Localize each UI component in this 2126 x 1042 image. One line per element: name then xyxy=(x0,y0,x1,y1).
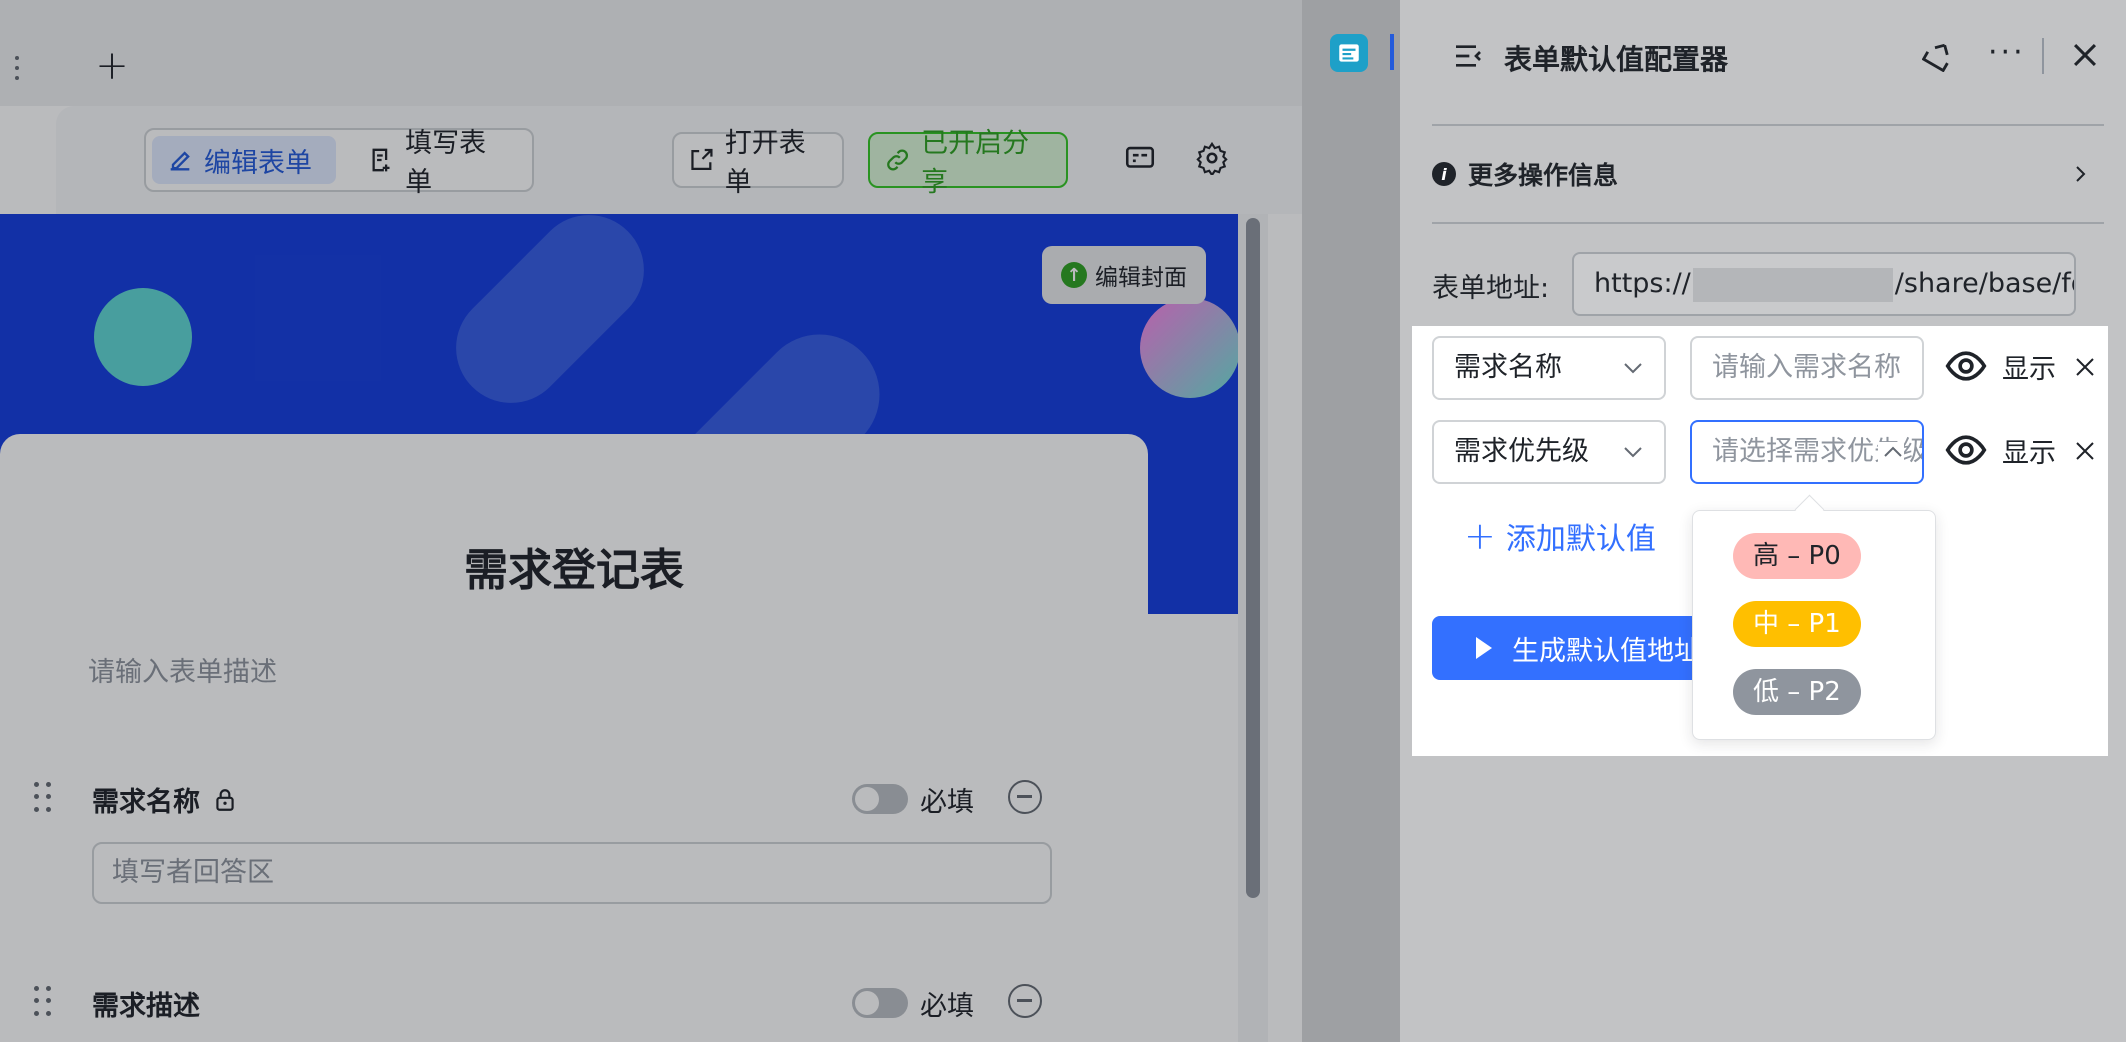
remove-row-icon[interactable] xyxy=(2074,440,2096,462)
edit-cover-button[interactable]: ↑ 编辑封面 xyxy=(1042,246,1206,304)
chevron-down-icon xyxy=(1624,447,1642,458)
field-select-value: 需求名称 xyxy=(1454,352,1562,383)
form-url-field[interactable]: https:// /share/base/for xyxy=(1572,252,2076,316)
divider xyxy=(1432,222,2104,224)
edit-form-tab[interactable]: 编辑表单 xyxy=(152,136,336,184)
form-doc-icon xyxy=(372,148,390,172)
editor-scrollbar-thumb[interactable] xyxy=(1246,218,1260,898)
required-toggle[interactable] xyxy=(852,988,908,1018)
share-status-button[interactable]: 已开启分享 xyxy=(868,128,1068,198)
eye-icon xyxy=(1945,351,1987,381)
field-label: 需求名称 xyxy=(92,787,200,818)
add-default-value-button[interactable]: + 添加默认值 xyxy=(1464,514,1656,558)
play-icon xyxy=(1476,637,1492,659)
tab-drag-handle-icon[interactable] xyxy=(14,56,20,80)
close-icon[interactable] xyxy=(2068,38,2102,72)
collapse-menu-icon[interactable] xyxy=(1452,40,1484,72)
field-select[interactable]: 需求优先级 xyxy=(1432,420,1666,484)
sidebar-strip xyxy=(1302,0,1400,1042)
visibility-label: 显示 xyxy=(2002,437,2056,469)
cover-decor-circle xyxy=(94,288,192,386)
fill-form-label: 填写表单 xyxy=(405,128,487,198)
lock-icon xyxy=(216,788,234,811)
field-select[interactable]: 需求名称 xyxy=(1432,336,1666,400)
settings-gear-icon[interactable] xyxy=(1192,138,1232,178)
remove-field-icon[interactable] xyxy=(1008,780,1042,814)
generate-label: 生成默认值地址 xyxy=(1512,635,1701,667)
form-card xyxy=(0,434,1148,1042)
default-value-input[interactable]: 请输入需求名称 xyxy=(1690,336,1924,400)
link-icon xyxy=(887,149,908,171)
field-label: 需求描述 xyxy=(92,991,200,1022)
form-field-row: 需求描述 必填 xyxy=(0,978,1148,1026)
divider xyxy=(1432,124,2104,126)
info-icon: i xyxy=(1432,162,1456,186)
panel-title: 表单默认值配置器 xyxy=(1504,43,1729,76)
chevron-down-icon xyxy=(1624,363,1642,374)
add-default-label: 添加默认值 xyxy=(1505,522,1656,557)
open-form-label: 打开表单 xyxy=(724,128,806,198)
form-field-row: 需求名称 必填 xyxy=(0,774,1148,822)
priority-option[interactable]: 中 – P1 xyxy=(1733,601,1861,647)
drag-handle-icon[interactable] xyxy=(34,782,51,812)
header-divider xyxy=(2042,38,2044,74)
form-description-input[interactable]: 请输入表单描述 xyxy=(88,650,277,689)
form-editor: + 编辑表单 填写表单 打开表单 已开启分享 ↑ 编辑封面 需求登记表 请输入表… xyxy=(0,0,1302,1042)
field-select-value: 需求优先级 xyxy=(1454,436,1589,467)
required-label: 必填 xyxy=(920,991,974,1022)
priority-select[interactable]: 请选择需求优先级 xyxy=(1690,420,1924,484)
form-preview-icon[interactable] xyxy=(1120,138,1160,178)
form-title[interactable]: 需求登记表 xyxy=(0,534,1148,598)
fill-form-tab[interactable]: 填写表单 xyxy=(354,128,524,198)
remove-row-icon[interactable] xyxy=(2074,356,2096,378)
remove-field-icon[interactable] xyxy=(1008,984,1042,1018)
edit-form-label: 编辑表单 xyxy=(204,147,312,179)
priority-option[interactable]: 高 – P0 xyxy=(1733,533,1861,579)
url-prefix: https:// xyxy=(1594,268,1691,299)
edit-cover-label: 编辑封面 xyxy=(1095,265,1187,291)
visibility-label: 显示 xyxy=(2002,353,2056,385)
required-toggle[interactable] xyxy=(852,784,908,814)
more-options-icon[interactable]: ··· xyxy=(1988,38,2026,68)
panel-header: 表单默认值配置器 ··· xyxy=(1400,0,2126,112)
redacted-region xyxy=(1692,267,1893,302)
answer-input[interactable]: 填写者回答区 xyxy=(92,842,1052,904)
url-label: 表单地址: xyxy=(1432,273,1550,304)
url-suffix: /share/base/for xyxy=(1894,268,2074,299)
external-link-icon xyxy=(691,148,713,171)
priority-option[interactable]: 低 – P2 xyxy=(1733,669,1861,715)
required-label: 必填 xyxy=(920,787,974,818)
visibility-toggle[interactable]: 显示 xyxy=(1944,344,2056,388)
more-info-label: 更多操作信息 xyxy=(1468,161,1619,190)
eye-icon xyxy=(1945,435,1987,465)
active-indicator xyxy=(1390,34,1394,70)
plus-icon: + xyxy=(1464,514,1496,558)
chevron-up-icon xyxy=(1878,442,1904,462)
pencil-icon xyxy=(170,151,190,171)
plugin-app-icon[interactable] xyxy=(1330,34,1368,72)
priority-dropdown: 高 – P0 中 – P1 低 – P2 xyxy=(1692,510,1936,740)
visibility-toggle[interactable]: 显示 xyxy=(1944,428,2056,472)
open-form-button[interactable]: 打开表单 xyxy=(672,128,844,198)
share-icon[interactable] xyxy=(1922,38,1956,72)
cover-decor-circle xyxy=(1140,298,1238,398)
chevron-right-icon xyxy=(2076,166,2086,182)
tab-strip: + xyxy=(0,0,1302,106)
add-tab-button[interactable]: + xyxy=(92,46,132,86)
share-status-label: 已开启分享 xyxy=(921,128,1030,198)
mode-switcher: 编辑表单 填写表单 xyxy=(144,128,534,198)
more-info-row[interactable]: i 更多操作信息 xyxy=(1432,154,2104,194)
upload-arrow-icon: ↑ xyxy=(1061,262,1087,288)
drag-handle-icon[interactable] xyxy=(34,986,51,1016)
cover-decor-pill xyxy=(433,214,667,426)
